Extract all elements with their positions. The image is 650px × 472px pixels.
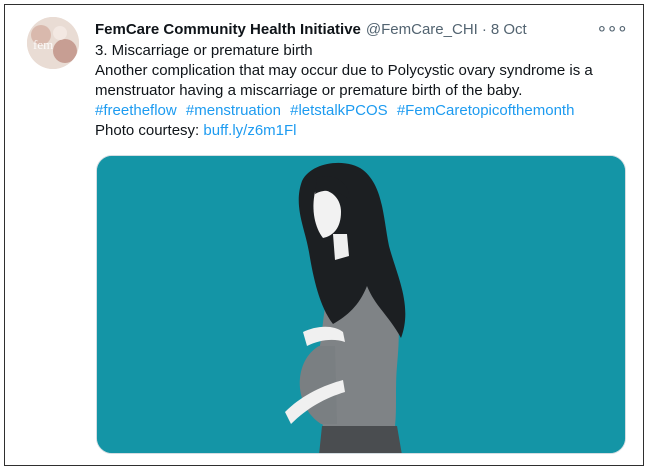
tweet-line-2: Another complication that may occur due …	[95, 62, 593, 99]
hashtag-link[interactable]: #FemCaretopicofthemonth	[397, 102, 575, 119]
hashtags: #freetheflow #menstruation #letstalkPCOS…	[95, 101, 627, 121]
avatar-image: fem	[27, 17, 79, 69]
avatar-text: fem	[33, 37, 53, 52]
author-name[interactable]: FemCare Community Health Initiative	[95, 21, 361, 38]
author-handle[interactable]: @FemCare_CHI	[366, 21, 478, 38]
tweet-header: FemCare Community Health Initiative @Fem…	[95, 17, 627, 41]
hashtag-link[interactable]: #letstalkPCOS	[290, 102, 388, 119]
photo-credit: Photo courtesy: buff.ly/z6m1Fl	[95, 121, 627, 141]
tweet-body: FemCare Community Health Initiative @Fem…	[95, 17, 628, 141]
tweet-line-1: 3. Miscarriage or premature birth	[95, 42, 313, 59]
tweet-card: fem FemCare Community Health Initiative …	[4, 4, 644, 466]
avatar[interactable]: fem	[27, 17, 79, 69]
hashtag-link[interactable]: #freetheflow	[95, 102, 177, 119]
tweet-text: 3. Miscarriage or premature birth Anothe…	[95, 41, 627, 141]
tweet-media[interactable]	[96, 155, 626, 454]
hashtag-link[interactable]: #menstruation	[186, 102, 281, 119]
separator: ·	[481, 20, 487, 38]
photo-credit-label: Photo courtesy:	[95, 122, 200, 139]
more-options-icon[interactable]: ∘∘∘	[596, 18, 628, 38]
tweet-date[interactable]: 8 Oct	[491, 21, 527, 38]
media-illustration	[97, 156, 625, 453]
photo-credit-link[interactable]: buff.ly/z6m1Fl	[203, 122, 296, 139]
